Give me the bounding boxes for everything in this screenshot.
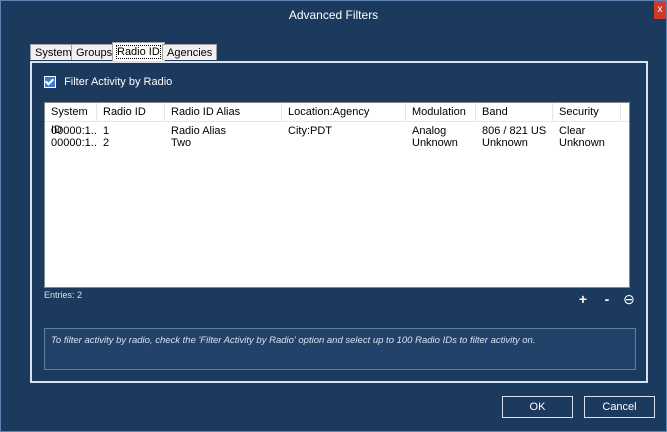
cell-modulation: Analog (412, 125, 447, 137)
entries-count: Entries: 2 (44, 290, 83, 300)
tab-agencies[interactable]: Agencies (162, 44, 218, 60)
column-header-radio-id-alias[interactable]: Radio ID Alias (165, 103, 282, 121)
list-header: System ID Radio ID Radio ID Alias Locati… (45, 103, 629, 136)
radio-id-panel: Filter Activity by Radio System ID Radio… (30, 61, 648, 383)
cancel-button[interactable]: Cancel (584, 396, 655, 418)
cell-band: Unknown (482, 137, 528, 149)
checkbox-checked-icon[interactable] (44, 76, 56, 89)
cell-band: 806 / 821 US (482, 125, 547, 137)
table-row[interactable]: 00000:1... 2 Two Unknown Unknown Unknown (45, 137, 629, 149)
cell-radio-id: 1 (103, 125, 110, 137)
radio-id-list[interactable]: System ID Radio ID Radio ID Alias Locati… (44, 102, 630, 288)
cell-location-agency: City:PDT (288, 125, 332, 137)
cell-system-id: 00000:1... (51, 125, 97, 137)
column-header-radio-id[interactable]: Radio ID (97, 103, 165, 121)
cell-security: Clear (559, 125, 586, 137)
tab-radio-id[interactable]: Radio ID (112, 42, 165, 62)
filter-hint-text: To filter activity by radio, check the '… (44, 328, 636, 370)
close-icon[interactable]: x (654, 1, 666, 19)
cell-security: Unknown (559, 137, 605, 149)
cell-system-id: 00000:1... (51, 137, 97, 149)
filter-by-radio-checkbox[interactable]: Filter Activity by Radio (44, 75, 172, 89)
column-header-modulation[interactable]: Modulation (406, 103, 476, 121)
cell-radio-id-alias: Two (171, 137, 192, 149)
remove-radio-button[interactable]: - (599, 291, 615, 307)
clear-radios-button[interactable]: ⊖ (621, 291, 637, 307)
ok-button[interactable]: OK (502, 396, 573, 418)
column-header-system-id[interactable]: System ID (45, 103, 97, 136)
column-header-band[interactable]: Band (476, 103, 553, 121)
add-radio-button[interactable]: + (575, 291, 591, 307)
table-row[interactable]: 00000:1... 1 Radio Alias City:PDT Analog… (45, 125, 629, 137)
tab-groups[interactable]: Groups (71, 44, 118, 60)
cell-modulation: Unknown (412, 137, 458, 149)
cell-radio-id: 2 (103, 137, 110, 149)
title-bar: Advanced Filters x (1, 1, 666, 29)
advanced-filters-window: Advanced Filters x System Groups Radio I… (0, 0, 667, 432)
column-header-security[interactable]: Security (553, 103, 621, 121)
tab-system[interactable]: System (30, 44, 77, 60)
window-title: Advanced Filters (288, 8, 379, 22)
filter-by-radio-label: Filter Activity by Radio (64, 76, 173, 89)
column-header-location-agency[interactable]: Location:Agency (282, 103, 406, 121)
cell-radio-id-alias: Radio Alias (171, 125, 227, 137)
